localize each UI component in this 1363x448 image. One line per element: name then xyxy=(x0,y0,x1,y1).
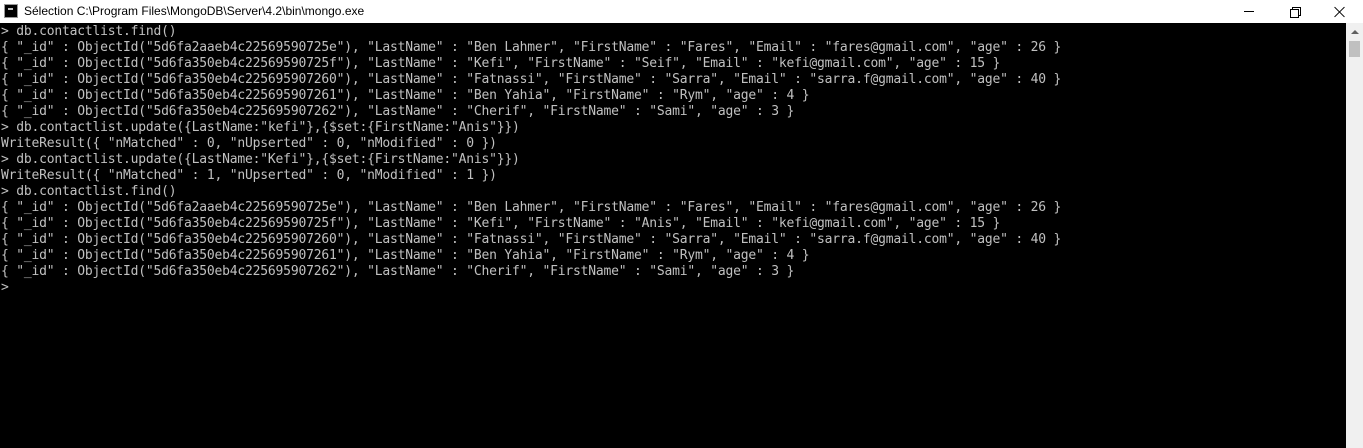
console-line: { "_id" : ObjectId("5d6fa350eb4c22569590… xyxy=(1,56,1001,71)
console-app-icon[interactable] xyxy=(4,4,18,18)
console-line: > db.contactlist.find() xyxy=(1,24,177,39)
console-output[interactable]: > db.contactlist.find() { "_id" : Object… xyxy=(0,23,1346,448)
scroll-thumb[interactable] xyxy=(1349,41,1360,57)
console-line: { "_id" : ObjectId("5d6fa2aaeb4c22569590… xyxy=(1,40,1062,55)
console-prompt-line[interactable]: > xyxy=(1,280,1061,296)
console-lines: > db.contactlist.find() { "_id" : Object… xyxy=(1,24,1061,296)
minimize-icon xyxy=(1244,11,1254,12)
title-bar[interactable]: Sélection C:\Program Files\MongoDB\Serve… xyxy=(0,0,1363,23)
console-line: { "_id" : ObjectId("5d6fa350eb4c22569590… xyxy=(1,264,795,279)
console-line: { "_id" : ObjectId("5d6fa350eb4c22569590… xyxy=(1,248,810,263)
console-line: WriteResult({ "nMatched" : 1, "nUpserted… xyxy=(1,168,497,183)
scroll-up-arrow-icon xyxy=(1350,29,1359,34)
console-line: { "_id" : ObjectId("5d6fa350eb4c22569590… xyxy=(1,104,795,119)
close-button[interactable] xyxy=(1317,0,1363,23)
console-line: { "_id" : ObjectId("5d6fa350eb4c22569590… xyxy=(1,88,810,103)
console-line: { "_id" : ObjectId("5d6fa350eb4c22569590… xyxy=(1,72,1062,87)
console-line: WriteResult({ "nMatched" : 0, "nUpserted… xyxy=(1,136,497,151)
maximize-button[interactable] xyxy=(1272,0,1318,23)
console-line: { "_id" : ObjectId("5d6fa350eb4c22569590… xyxy=(1,232,1062,247)
console-line: { "_id" : ObjectId("5d6fa350eb4c22569590… xyxy=(1,216,1001,231)
console-line: > db.contactlist.find() xyxy=(1,184,177,199)
maximize-icon xyxy=(1290,6,1301,18)
console-line: > db.contactlist.update({LastName:"Kefi"… xyxy=(1,152,520,167)
console-line: { "_id" : ObjectId("5d6fa2aaeb4c22569590… xyxy=(1,200,1062,215)
close-icon xyxy=(1334,6,1346,18)
window-title: Sélection C:\Program Files\MongoDB\Serve… xyxy=(24,4,365,18)
console-line: > db.contactlist.update({LastName:"kefi"… xyxy=(1,120,520,135)
vertical-scrollbar[interactable] xyxy=(1346,23,1363,448)
scroll-up-button[interactable] xyxy=(1346,23,1363,40)
minimize-button[interactable] xyxy=(1226,0,1272,23)
